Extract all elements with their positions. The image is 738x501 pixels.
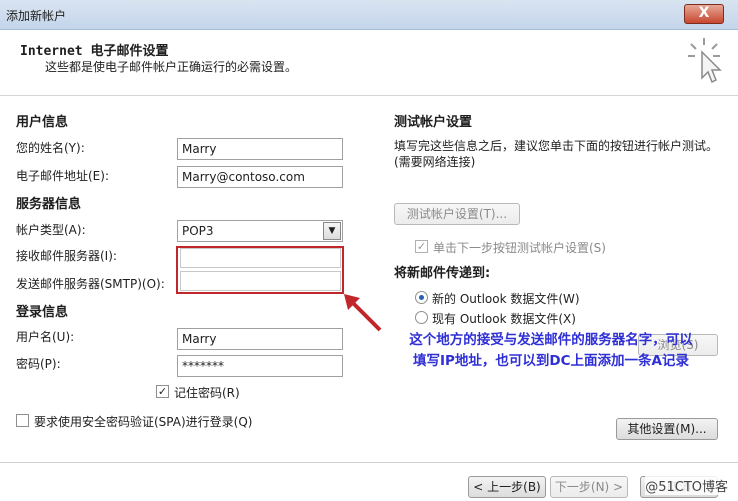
username-field[interactable]: Marry [177,328,343,350]
username-label: 用户名(U): [16,330,75,344]
existing-data-file-label: 现有 Outlook 数据文件(X) [432,312,576,326]
highlight-box [176,246,344,294]
next-button[interactable]: 下一步(N) > [550,476,628,498]
auto-test-label: 单击下一步按钮测试帐户设置(S) [433,241,606,255]
footer-divider [0,462,738,463]
remember-password-label: 记住密码(R) [174,386,240,400]
dialog-header: Internet 电子邮件设置 这些都是使电子邮件帐户正确运行的必需设置。 [0,30,738,96]
auto-test-checkbox[interactable]: ✓ [415,240,428,253]
account-type-label: 帐户类型(A): [16,223,86,237]
incoming-server-label: 接收邮件服务器(I): [16,249,117,263]
test-description: 填写完这些信息之后，建议您单击下面的按钮进行帐户测试。(需要网络连接) [394,139,719,169]
password-label: 密码(P): [16,357,61,371]
test-heading: 测试帐户设置 [394,115,473,130]
title-bar: 添加新帐户 X [0,0,738,30]
cursor-click-icon [688,38,722,84]
deliver-heading: 将新邮件传递到: [394,266,491,281]
window-title: 添加新帐户 [6,9,67,23]
user-info-heading: 用户信息 [16,115,69,130]
watermark: @51CTO博客 [645,476,728,495]
new-data-file-radio[interactable] [415,291,428,304]
name-field[interactable]: Marry [177,138,343,160]
spa-checkbox[interactable] [16,414,29,427]
existing-data-file-radio[interactable] [415,311,428,324]
close-button[interactable]: X [684,4,724,24]
outgoing-server-label: 发送邮件服务器(SMTP)(O): [16,277,165,291]
account-type-select[interactable]: POP3 ▼ [177,220,343,242]
back-button[interactable]: < 上一步(B) [468,476,546,498]
test-account-button[interactable]: 测试帐户设置(T)... [394,203,520,225]
page-subtitle: 这些都是使电子邮件帐户正确运行的必需设置。 [45,60,298,74]
remember-password-checkbox[interactable]: ✓ [156,385,169,398]
name-label: 您的姓名(Y): [16,141,85,155]
login-info-heading: 登录信息 [16,305,69,320]
annotation-line-2: 填写IP地址，也可以到DC上面添加一条A记录 [413,353,689,369]
email-label: 电子邮件地址(E): [16,169,109,183]
spa-label: 要求使用安全密码验证(SPA)进行登录(Q) [34,415,253,429]
annotation-text: 这个地方的接受与发送邮件的服务器名字，可以 填写IP地址，也可以到DC上面添加一… [375,330,727,372]
password-field[interactable]: ******* [177,355,343,377]
more-settings-button[interactable]: 其他设置(M)... [616,418,718,440]
email-field[interactable]: Marry@contoso.com [177,166,343,188]
chevron-down-icon[interactable]: ▼ [323,222,341,240]
page-title: Internet 电子邮件设置 [20,44,169,59]
annotation-line-1: 这个地方的接受与发送邮件的服务器名字，可以 [409,332,693,348]
account-type-value: POP3 [182,224,214,238]
new-data-file-label: 新的 Outlook 数据文件(W) [432,292,580,306]
server-info-heading: 服务器信息 [16,197,82,212]
